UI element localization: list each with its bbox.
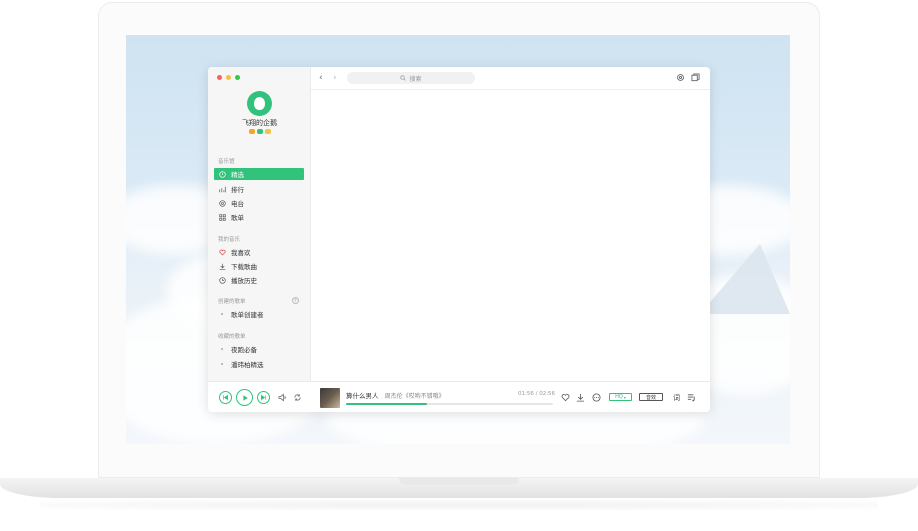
- avatar[interactable]: [247, 91, 272, 116]
- vip-badge-icon[interactable]: [249, 129, 255, 134]
- window-icon[interactable]: [691, 73, 700, 82]
- sidebar-item-label: 歌单: [231, 214, 244, 222]
- now-playing: 算什么男人 周杰伦《哎哟不错哦》: [346, 390, 445, 400]
- sidebar-item-featured[interactable]: 精选: [214, 168, 304, 180]
- progress-bar[interactable]: [346, 403, 553, 405]
- time-display: 01:56 / 02:56: [518, 391, 556, 397]
- top-bar: ‹ › 搜索: [311, 67, 710, 90]
- gear-icon[interactable]: [676, 73, 685, 82]
- level-badge-icon[interactable]: [265, 129, 271, 134]
- playlist-queue-icon[interactable]: [687, 393, 696, 402]
- player-bar: 算什么男人 周杰伦《哎哟不错哦》 01:56 / 02:56 HQ ▾ 音效 词: [208, 381, 710, 412]
- maximize-window-button[interactable]: [235, 75, 240, 80]
- search-placeholder: 搜索: [409, 75, 422, 83]
- search-icon: [400, 75, 407, 81]
- sidebar-item-label: 歌单创建者: [231, 311, 264, 319]
- add-playlist-icon[interactable]: +: [292, 297, 299, 304]
- sidebar-item-label: 下载歌曲: [231, 263, 257, 271]
- minimize-window-button[interactable]: [226, 75, 231, 80]
- download-icon[interactable]: [576, 393, 585, 402]
- play-button[interactable]: [236, 389, 253, 406]
- music-app-window: 飞翔的企鹅 音乐馆 精选 排行 电台 歌单 我的音乐 我喜欢 下载歌曲 播放历史…: [208, 67, 710, 412]
- section-title-collected: 收藏的歌单: [218, 334, 246, 340]
- chevron-down-icon: ▾: [623, 394, 626, 400]
- green-badge-icon[interactable]: [257, 129, 263, 134]
- sidebar-item-created-playlist[interactable]: 歌单创建者: [214, 308, 304, 320]
- clock-icon: [218, 276, 226, 284]
- sidebar-item-radio[interactable]: 电台: [214, 197, 304, 209]
- compass-icon: [218, 170, 226, 178]
- repeat-icon[interactable]: [293, 393, 302, 402]
- song-title[interactable]: 算什么男人: [346, 392, 379, 400]
- sound-effect-label: 音效: [645, 394, 656, 401]
- sidebar-item-downloads[interactable]: 下载歌曲: [214, 260, 304, 272]
- chevron-left-icon[interactable]: ‹: [319, 73, 323, 83]
- section-title-mine: 我的音乐: [218, 237, 241, 243]
- laptop-mockup: 飞翔的企鹅 音乐馆 精选 排行 电台 歌单 我的音乐 我喜欢 下载歌曲 播放历史…: [0, 0, 918, 531]
- quality-label: HQ: [615, 394, 623, 400]
- laptop-notch: [399, 478, 519, 485]
- section-title-library: 音乐馆: [218, 159, 235, 165]
- quality-button[interactable]: HQ ▾: [609, 393, 632, 401]
- heart-icon[interactable]: [561, 393, 570, 402]
- artist-album[interactable]: 周杰伦《哎哟不错哦》: [385, 393, 445, 400]
- previous-icon: [223, 394, 228, 401]
- user-badges: [249, 129, 271, 134]
- play-icon: [242, 394, 248, 401]
- sidebar: 飞翔的企鹅 音乐馆 精选 排行 电台 歌单 我的音乐 我喜欢 下载歌曲 播放历史…: [208, 67, 311, 412]
- sidebar-item-label: 潘玮柏精选: [231, 361, 264, 369]
- sidebar-item-charts[interactable]: 排行: [214, 183, 304, 195]
- username[interactable]: 飞翔的企鹅: [208, 118, 311, 128]
- download-icon: [218, 262, 226, 270]
- sidebar-item-collected-2[interactable]: 潘玮柏精选: [214, 358, 304, 370]
- sidebar-item-label: 精选: [231, 171, 244, 179]
- progress-fill: [346, 403, 427, 405]
- grid-icon: [218, 213, 226, 221]
- more-icon[interactable]: [592, 393, 601, 402]
- sidebar-item-label: 播放历史: [231, 277, 257, 285]
- previous-button[interactable]: [219, 391, 232, 404]
- mountain-graphic: [700, 244, 790, 314]
- sidebar-item-history[interactable]: 播放历史: [214, 274, 304, 286]
- main-content-area: [311, 90, 710, 381]
- sidebar-item-collected-1[interactable]: 夜跑必备: [214, 343, 304, 355]
- sidebar-item-label: 我喜欢: [231, 249, 251, 257]
- window-controls: [217, 75, 240, 80]
- section-title-created: 创建的歌单: [218, 299, 246, 305]
- next-icon: [261, 394, 266, 401]
- lyrics-button[interactable]: 词: [672, 393, 681, 402]
- sidebar-item-favorites[interactable]: 我喜欢: [214, 246, 304, 258]
- sidebar-item-playlists[interactable]: 歌单: [214, 211, 304, 223]
- sidebar-item-label: 排行: [231, 186, 244, 194]
- penguin-icon: [254, 97, 265, 110]
- heart-icon: [218, 248, 226, 256]
- volume-icon[interactable]: [278, 393, 287, 402]
- sidebar-item-label: 电台: [231, 200, 244, 208]
- radio-icon: [218, 199, 226, 207]
- close-window-button[interactable]: [217, 75, 222, 80]
- album-cover[interactable]: [320, 388, 340, 408]
- sound-effect-button[interactable]: 音效: [639, 393, 663, 401]
- chart-icon: [218, 185, 226, 193]
- chevron-right-icon[interactable]: ›: [333, 73, 337, 83]
- sidebar-item-label: 夜跑必备: [231, 346, 257, 354]
- next-button[interactable]: [257, 391, 270, 404]
- search-input[interactable]: 搜索: [347, 72, 475, 84]
